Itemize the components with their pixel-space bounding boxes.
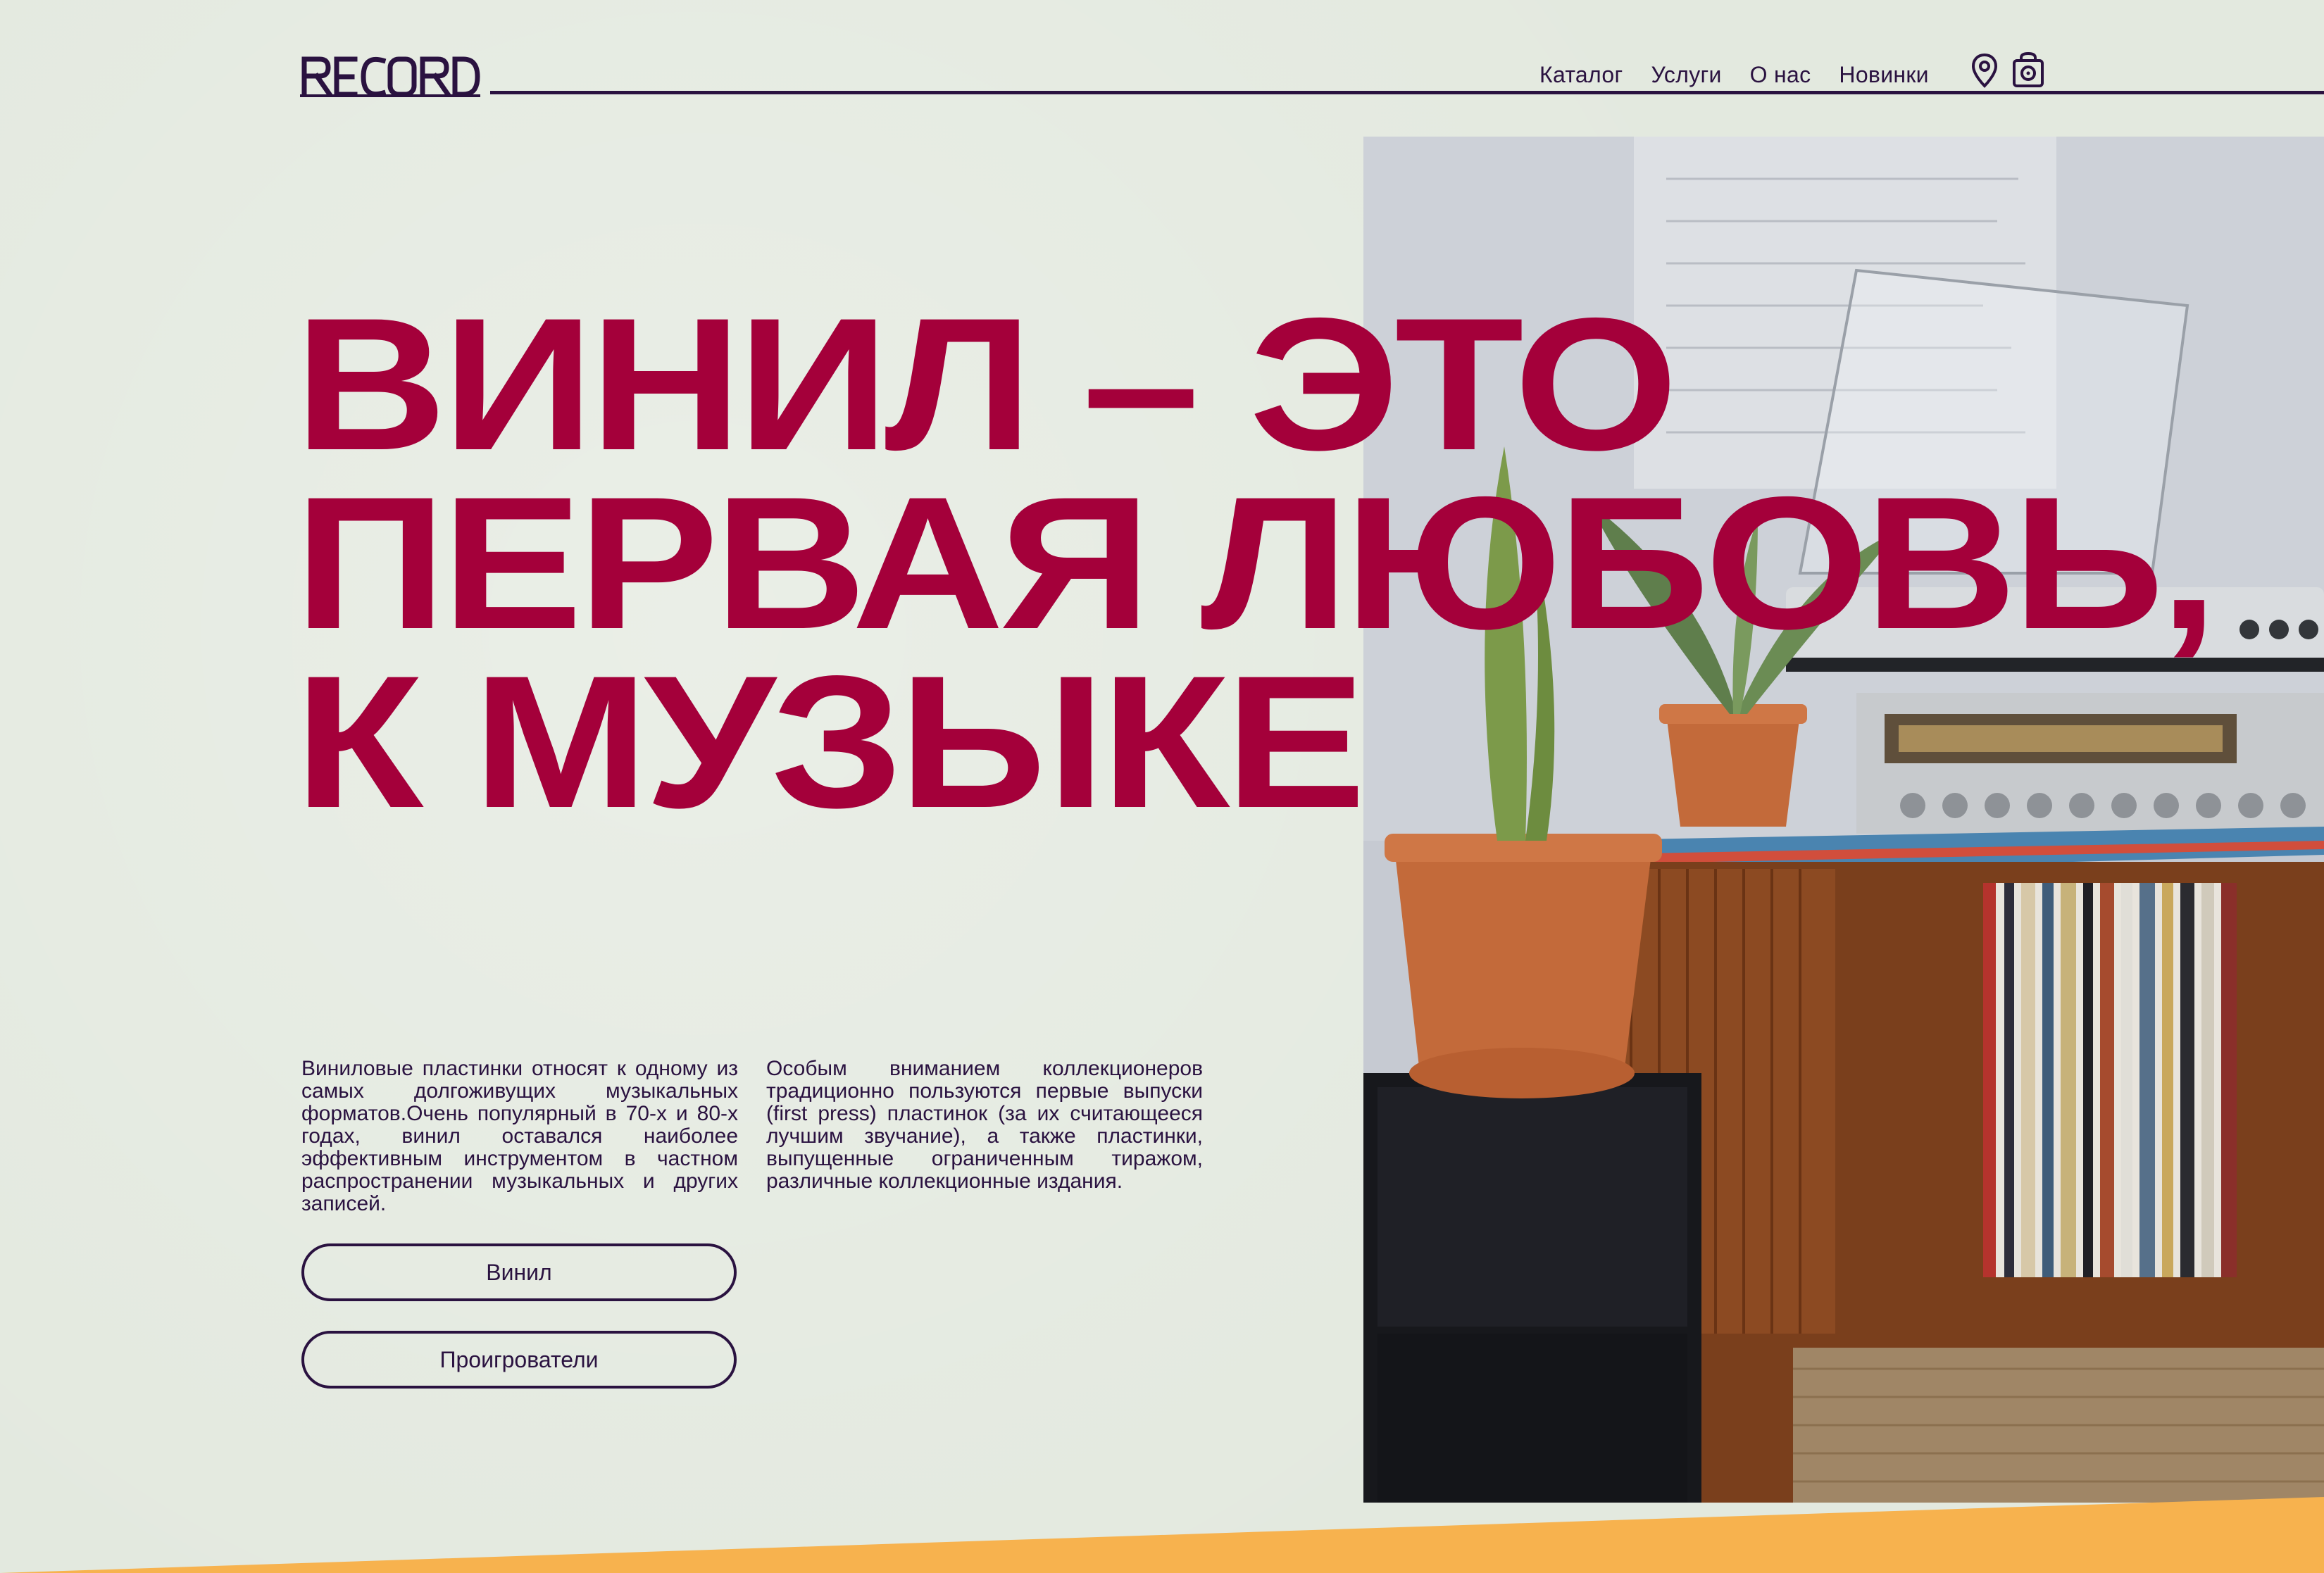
nav-item-about[interactable]: О нас xyxy=(1750,62,1811,88)
bottom-accent-band xyxy=(0,1493,2324,1573)
header-divider xyxy=(490,91,2324,94)
intro-paragraph-2: Особым вниманием коллекционеров традицио… xyxy=(766,1057,1203,1193)
headline-line-3: К МУЗЫКЕ xyxy=(294,636,1366,847)
headline-line-2: ПЕРВАЯ ЛЮБОВЬ, xyxy=(294,457,2218,668)
nav-item-services[interactable]: Услуги xyxy=(1651,62,1721,88)
players-button[interactable]: Проигрователи xyxy=(301,1331,737,1389)
nav-item-catalog[interactable]: Каталог xyxy=(1539,62,1623,88)
main-nav: Каталог Услуги О нас Новинки xyxy=(1539,62,1929,88)
vinyl-button[interactable]: Винил xyxy=(301,1243,737,1301)
nav-item-new-arrivals[interactable]: Новинки xyxy=(1839,62,1928,88)
location-pin-icon[interactable] xyxy=(1968,52,2001,89)
hero-headline: ВИНИЛ – ЭТО ПЕРВАЯ ЛЮБОВЬ, К МУЗЫКЕ xyxy=(294,278,2218,847)
intro-paragraph-1: Виниловые пластинки относят к одному из … xyxy=(301,1057,738,1215)
record-logo[interactable] xyxy=(300,54,480,97)
shop-icon[interactable] xyxy=(2011,52,2045,89)
headline-line-1: ВИНИЛ – ЭТО xyxy=(294,278,1678,489)
header-icons xyxy=(1968,52,2045,89)
landing-page: Каталог Услуги О нас Новинки ВИНИЛ – ЭТО… xyxy=(0,0,2324,1573)
